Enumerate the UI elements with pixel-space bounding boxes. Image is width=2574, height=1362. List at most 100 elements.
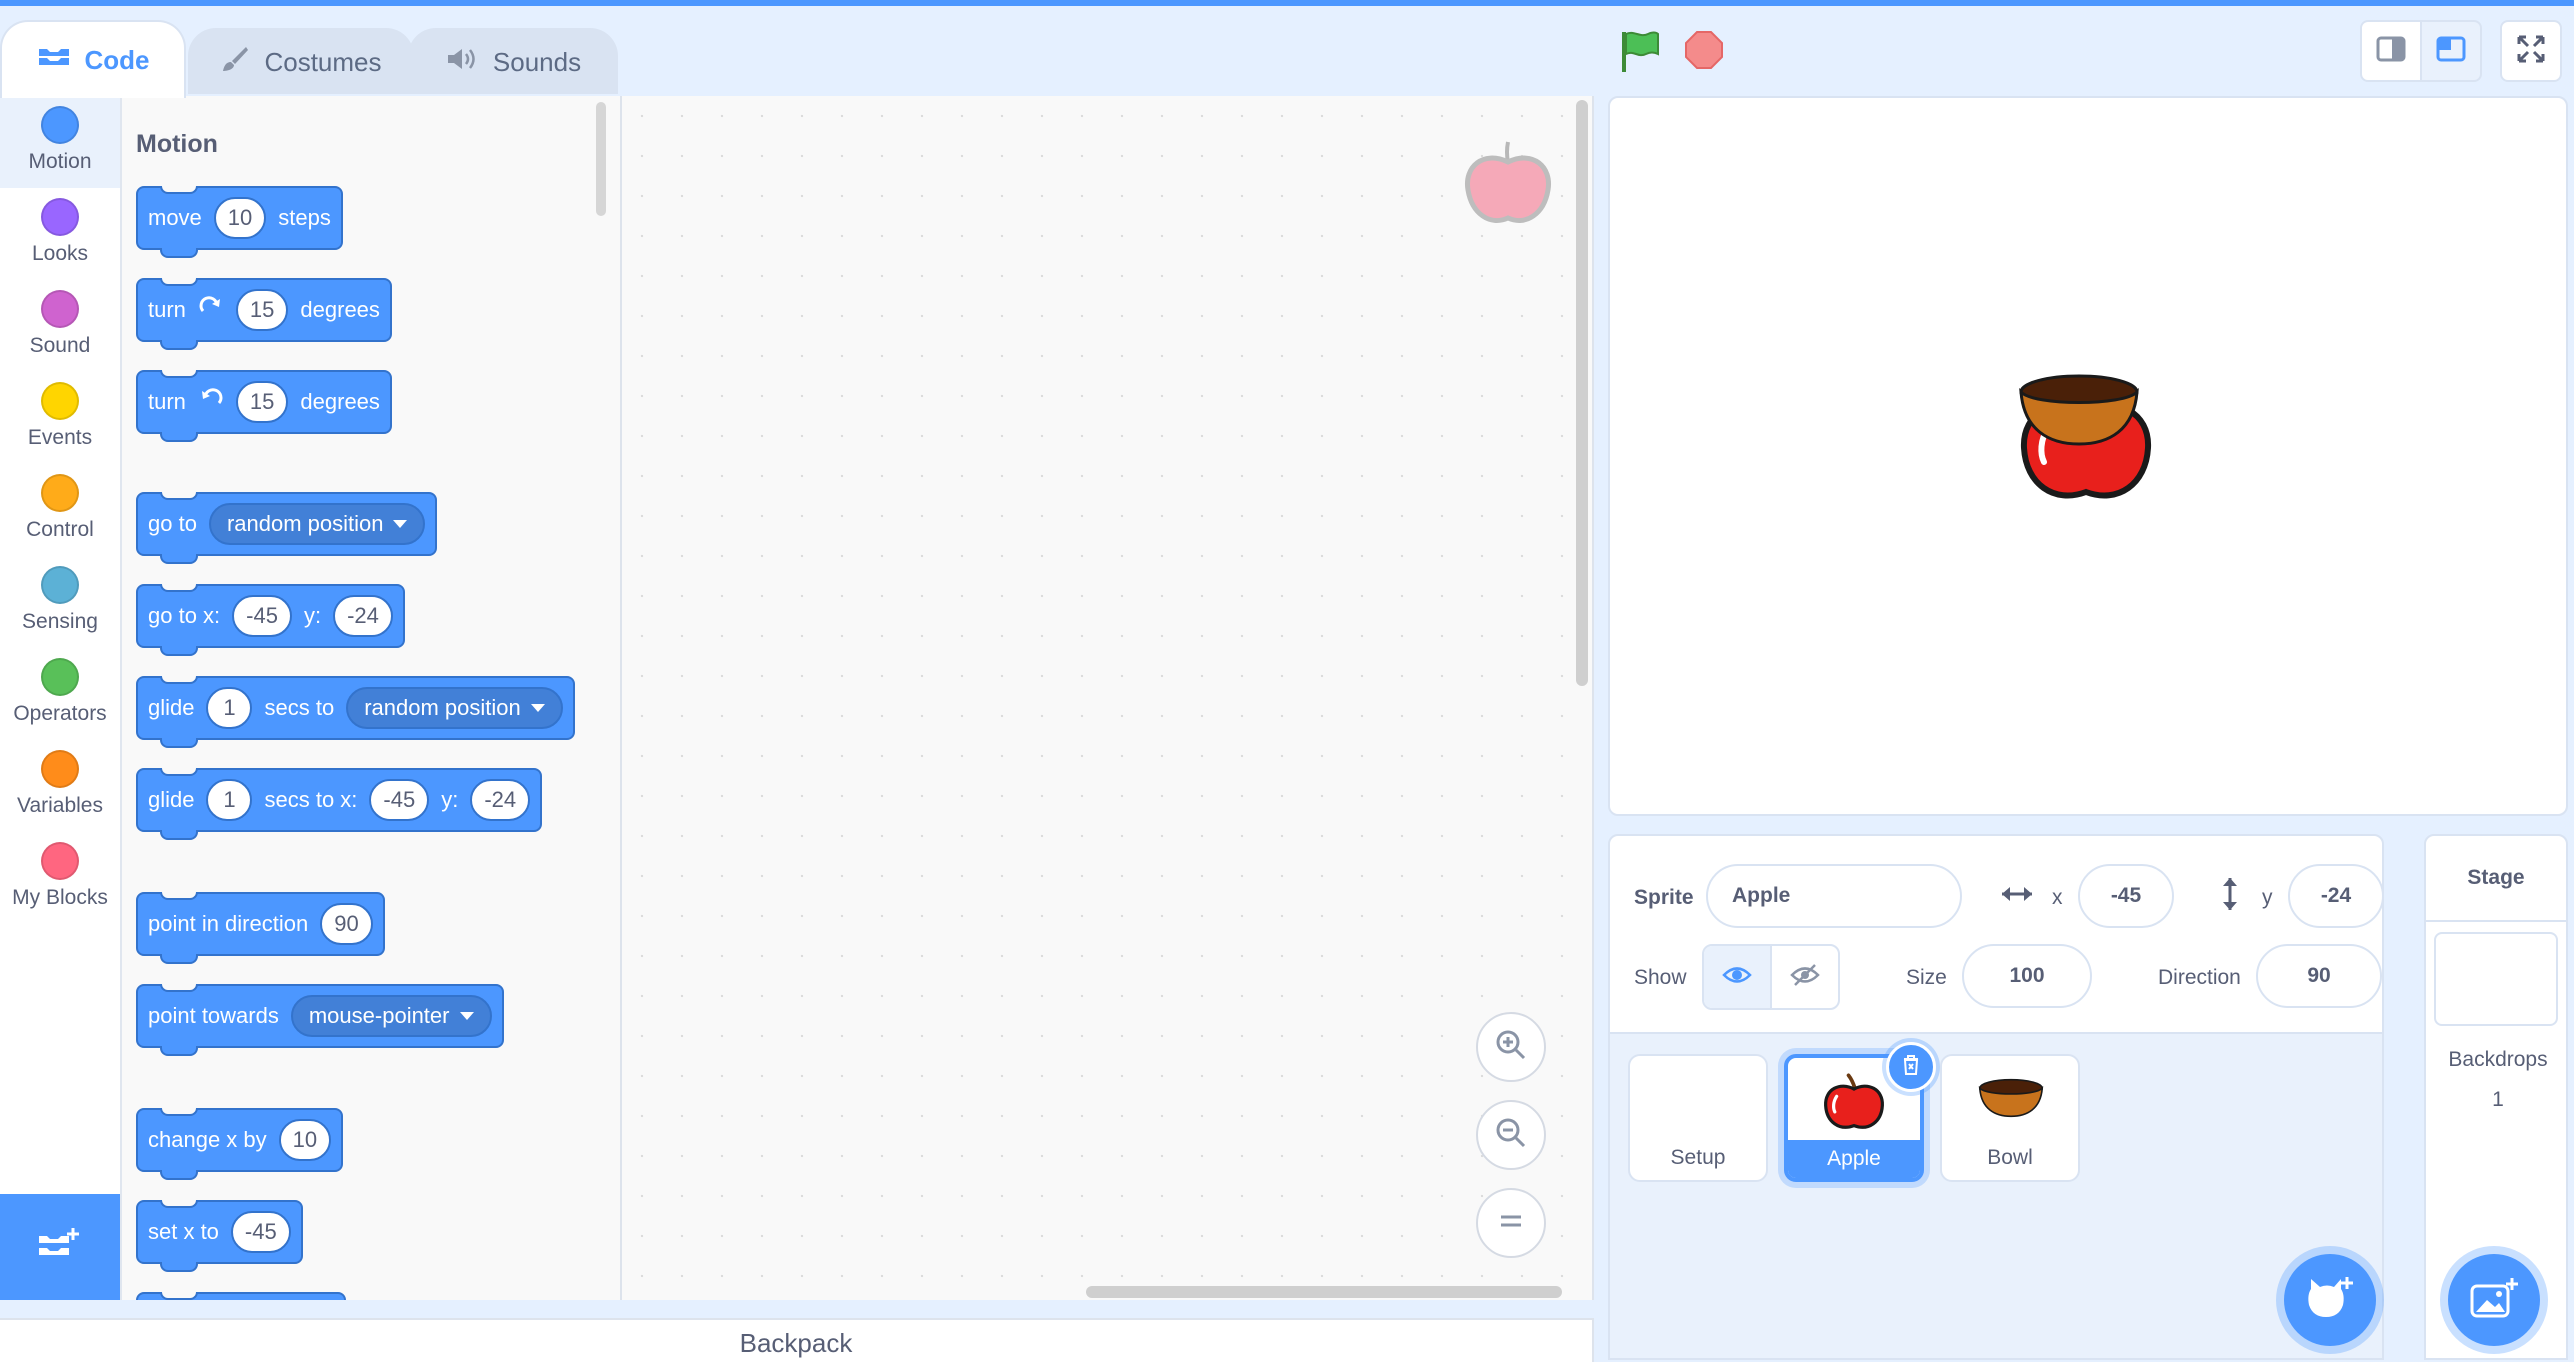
category-looks[interactable]: Looks [0,188,120,280]
backdrop-thumbnail[interactable] [2434,932,2558,1026]
degrees-input[interactable]: 15 [235,289,289,331]
zoom-in-icon [1494,1028,1528,1067]
category-sensing-label: Sensing [22,610,98,633]
small-stage-button[interactable] [2360,20,2422,82]
add-sprite-button[interactable] [2284,1254,2376,1346]
sprite-label: Sprite [1634,886,1694,909]
sprite-tile-setup[interactable]: Setup [1628,1054,1768,1182]
category-events[interactable]: Events [0,372,120,464]
category-motion[interactable]: Motion [0,96,120,188]
change-x-input[interactable]: 10 [278,1119,332,1161]
chevron-down-icon [393,520,408,528]
category-events-label: Events [27,426,93,449]
brush-icon [220,44,250,81]
eye-slash-icon [1790,962,1820,993]
category-operators[interactable]: Operators [0,648,120,740]
block-partial[interactable] [136,1292,346,1300]
direction-field[interactable]: 90 [2256,944,2382,1008]
category-sensing[interactable]: Sensing [0,556,120,648]
category-sound[interactable]: Sound [0,280,120,372]
bowl-thumbnail [1976,1076,2046,1125]
block-turn-left[interactable]: turn 15 degrees [136,370,392,442]
y-input[interactable]: -24 [333,595,393,637]
category-control[interactable]: Control [0,464,120,556]
fullscreen-button[interactable] [2500,20,2562,82]
tab-costumes-label: Costumes [264,46,382,77]
image-plus-icon [2469,1276,2519,1325]
degrees-input[interactable]: 15 [235,381,289,423]
bowl-sprite[interactable] [2014,370,2144,455]
backdrops-count: 1 [2492,1088,2504,1111]
block-text: y: [303,603,322,628]
sprite-tile-name: Bowl [1987,1146,2033,1169]
block-point-in-direction[interactable]: point in direction 90 [136,892,385,964]
block-text: turn [148,297,186,322]
stage-canvas[interactable] [1608,96,2568,816]
category-my-blocks[interactable]: My Blocks [0,832,120,924]
target-dropdown[interactable]: random position [346,687,563,729]
block-set-x[interactable]: set x to -45 [136,1200,303,1272]
x-position-field[interactable]: -45 [2078,864,2174,928]
block-go-to[interactable]: go to random position [136,492,438,564]
category-operators-dot [41,658,79,696]
target-dropdown[interactable]: mouse-pointer [290,995,492,1037]
y-input[interactable]: -24 [470,779,531,821]
workspace-horizontal-scrollbar[interactable] [1086,1286,1562,1298]
size-label: Size [1906,966,1947,989]
tab-code-label: Code [84,44,150,75]
x-input[interactable]: -45 [232,595,292,637]
block-glide-to[interactable]: glide 1 secs to random position [136,676,575,748]
show-label: Show [1634,966,1687,989]
block-change-x[interactable]: change x by 10 [136,1108,344,1180]
x-label: x [2052,886,2063,909]
secs-input[interactable]: 1 [206,687,253,729]
block-text: glide [148,695,195,720]
large-stage-button[interactable] [2420,20,2482,82]
x-input[interactable]: -45 [369,779,430,821]
tab-sounds[interactable]: Sounds [408,28,618,94]
category-operators-label: Operators [13,702,107,725]
palette-scrollbar[interactable] [596,102,606,216]
block-text: degrees [300,297,380,322]
delete-sprite-button[interactable] [1886,1042,1936,1092]
dropdown-value: mouse-pointer [308,1003,450,1028]
category-menu: Motion Looks Sound Events Control Sensin… [0,96,122,1300]
target-dropdown[interactable]: random position [208,503,426,545]
steps-input[interactable]: 10 [213,197,267,239]
category-my-blocks-dot [41,842,79,880]
y-position-field[interactable]: -24 [2288,864,2384,928]
block-move-steps[interactable]: move 10 steps [136,186,343,258]
category-motion-label: Motion [28,150,92,173]
category-looks-label: Looks [31,242,89,265]
sprite-tile-name: Setup [1670,1146,1726,1169]
tab-code[interactable]: Code [0,20,186,98]
add-extension-button[interactable] [0,1194,120,1300]
add-backdrop-button[interactable] [2448,1254,2540,1346]
dropdown-value: random position [364,695,521,720]
zoom-in-button[interactable] [1476,1012,1546,1082]
direction-input[interactable]: 90 [320,903,373,945]
block-go-to-xy[interactable]: go to x: -45 y: -24 [136,584,405,656]
sprite-name-field[interactable]: Apple [1706,864,1962,928]
stop-button[interactable] [1684,30,1724,70]
hide-sprite-button[interactable] [1772,946,1838,1008]
tab-costumes[interactable]: Costumes [188,28,414,94]
script-workspace[interactable] [622,96,1594,1300]
workspace-vertical-scrollbar[interactable] [1576,100,1588,686]
size-field[interactable]: 100 [1962,944,2092,1008]
secs-input[interactable]: 1 [206,779,253,821]
block-palette: Motion move 10 steps turn 15 degrees tur… [122,96,622,1300]
block-glide-to-xy[interactable]: glide 1 secs to x: -45 y: -24 [136,768,543,840]
sprite-tile-name: Apple [1788,1140,1920,1178]
set-x-input[interactable]: -45 [230,1211,291,1253]
zoom-out-button[interactable] [1476,1100,1546,1170]
block-turn-right[interactable]: turn 15 degrees [136,278,392,350]
sprite-tile-bowl[interactable]: Bowl [1940,1054,2080,1182]
block-point-towards[interactable]: point towards mouse-pointer [136,984,504,1056]
category-variables[interactable]: Variables [0,740,120,832]
zoom-reset-button[interactable] [1476,1188,1546,1258]
show-sprite-button[interactable] [1704,946,1772,1008]
tab-sounds-label: Sounds [492,46,582,77]
sprite-tile-apple[interactable]: Apple [1784,1042,1936,1182]
green-flag-button[interactable] [1618,28,1664,79]
